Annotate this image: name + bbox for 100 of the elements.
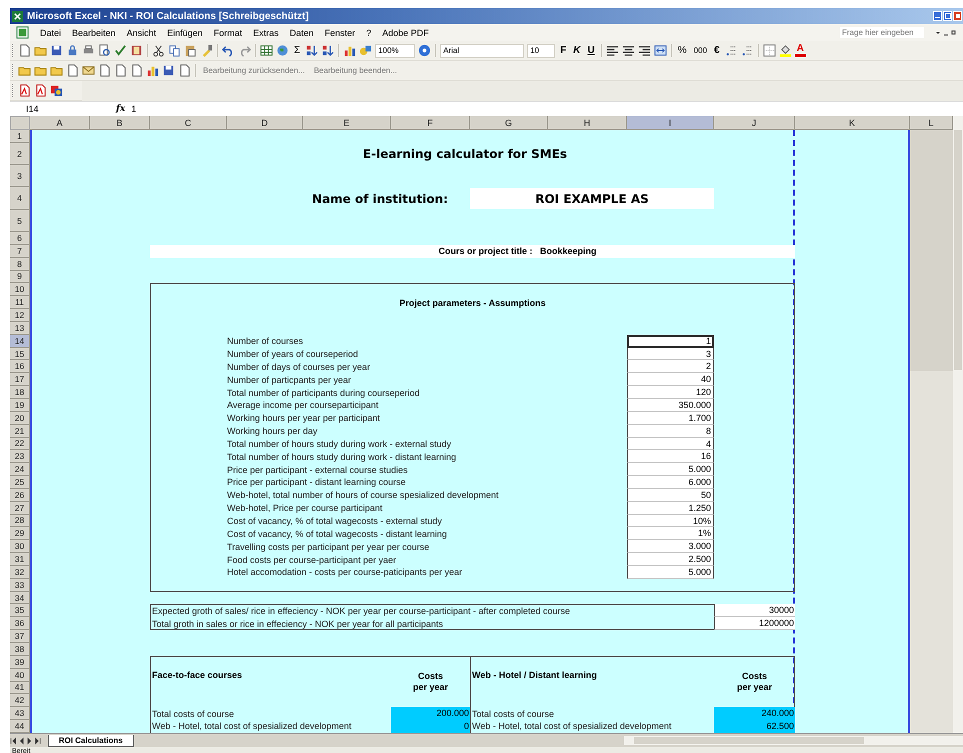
row-header[interactable]: 16 xyxy=(10,360,30,374)
row-header[interactable]: 15 xyxy=(10,348,30,360)
row-header[interactable]: 35 xyxy=(10,604,30,618)
row-header[interactable]: 36 xyxy=(10,617,30,630)
row-header[interactable]: 39 xyxy=(10,656,30,669)
row-header[interactable]: 1 xyxy=(10,130,30,143)
font-size-dropdown[interactable]: 10 xyxy=(527,44,556,58)
pdf-icon[interactable] xyxy=(34,84,47,97)
row-header[interactable]: 25 xyxy=(10,476,30,489)
row-header[interactable]: 24 xyxy=(10,463,30,476)
row-header[interactable]: 31 xyxy=(10,553,30,566)
preview-icon[interactable] xyxy=(98,44,111,57)
row-header[interactable]: 13 xyxy=(10,322,30,335)
copy-icon[interactable] xyxy=(168,44,181,57)
horizontal-scrollbar[interactable] xyxy=(624,736,963,745)
column-header[interactable]: A xyxy=(30,116,90,130)
column-header[interactable]: F xyxy=(391,116,470,130)
parameter-cell[interactable]: 10% xyxy=(627,514,714,528)
clipboard-icon[interactable] xyxy=(184,44,197,57)
row-header[interactable]: 41 xyxy=(10,682,30,694)
page-icon[interactable] xyxy=(98,64,111,77)
lock-icon[interactable] xyxy=(66,44,79,57)
sheet-tab[interactable]: ROI Calculations xyxy=(48,734,134,746)
brush-icon[interactable] xyxy=(200,44,213,57)
row-header[interactable]: 26 xyxy=(10,488,30,502)
column-header[interactable]: I xyxy=(627,116,714,130)
parameter-cell[interactable]: 50 xyxy=(627,488,714,502)
row-header[interactable]: 21 xyxy=(10,424,30,438)
parameter-cell[interactable]: 5.000 xyxy=(627,463,714,476)
row-header[interactable]: 33 xyxy=(10,578,30,592)
table-icon[interactable] xyxy=(260,44,273,57)
function-label[interactable]: fx xyxy=(116,104,126,114)
column-header[interactable]: H xyxy=(548,116,627,130)
parameter-cell[interactable]: 120 xyxy=(627,386,714,399)
formula-field[interactable]: 1 xyxy=(131,104,963,114)
row-header[interactable]: 23 xyxy=(10,450,30,464)
menu-item[interactable]: Daten xyxy=(290,28,314,38)
undo-icon[interactable] xyxy=(222,44,235,57)
parameter-cell[interactable]: 1.700 xyxy=(627,412,714,425)
parameter-cell[interactable]: 2.500 xyxy=(627,553,714,566)
fill-icon[interactable] xyxy=(778,44,792,57)
row-header[interactable]: 22 xyxy=(10,438,30,450)
row-header[interactable]: 3 xyxy=(10,165,30,187)
sort-icon[interactable] xyxy=(321,44,334,57)
close-button[interactable] xyxy=(953,11,962,21)
menu-item[interactable]: Bearbeiten xyxy=(72,28,116,38)
page-icon[interactable] xyxy=(130,64,143,77)
italic-button[interactable]: K xyxy=(571,45,583,56)
row-header[interactable]: 7 xyxy=(10,244,30,258)
parameter-cell[interactable]: 3.000 xyxy=(627,540,714,554)
minimize-button[interactable] xyxy=(933,11,942,21)
row-header[interactable]: 18 xyxy=(10,386,30,399)
font-name-dropdown[interactable]: Arial xyxy=(440,44,524,58)
row-header[interactable]: 28 xyxy=(10,514,30,528)
thousands-separator-button[interactable]: 000 xyxy=(692,46,710,55)
page-icon[interactable] xyxy=(178,64,191,77)
column-header[interactable]: D xyxy=(227,116,303,130)
parameter-cell[interactable]: 16 xyxy=(627,450,714,464)
currency-button[interactable]: € xyxy=(712,45,722,56)
autosum-button[interactable]: Σ xyxy=(292,45,302,56)
menu-item[interactable]: Datei xyxy=(40,28,62,38)
parameter-cell[interactable]: 1.250 xyxy=(627,502,714,515)
row-header[interactable]: 8 xyxy=(10,258,30,271)
row-header[interactable]: 30 xyxy=(10,540,30,554)
chart-icon[interactable] xyxy=(343,44,356,57)
parameter-cell[interactable]: 2 xyxy=(627,360,714,374)
row-header[interactable]: 17 xyxy=(10,373,30,386)
row-header[interactable]: 27 xyxy=(10,502,30,515)
restore-button[interactable] xyxy=(943,11,952,21)
pdf-icon[interactable] xyxy=(18,84,31,97)
align-right-icon[interactable] xyxy=(638,44,651,57)
row-header[interactable]: 38 xyxy=(10,643,30,656)
row-header[interactable]: 5 xyxy=(10,210,30,232)
row-header[interactable]: 42 xyxy=(10,694,30,708)
chart-icon[interactable] xyxy=(146,64,159,77)
row-header[interactable]: 34 xyxy=(10,592,30,604)
column-header[interactable]: L xyxy=(910,116,953,130)
help-search-field[interactable]: Frage hier eingeben xyxy=(840,27,924,38)
row-header[interactable]: 6 xyxy=(10,232,30,245)
document-icon[interactable] xyxy=(18,44,31,57)
parameter-cell[interactable]: 4 xyxy=(627,438,714,450)
spellcheck-icon[interactable] xyxy=(114,44,127,57)
review-toolbar-button[interactable]: Bearbeitung zurücksenden... xyxy=(200,66,308,75)
percent-style-button[interactable]: % xyxy=(676,45,689,56)
row-header[interactable]: 4 xyxy=(10,187,30,210)
column-header[interactable]: J xyxy=(714,116,795,130)
menu-item[interactable]: Ansicht xyxy=(126,28,156,38)
column-header[interactable]: E xyxy=(303,116,391,130)
parameter-cell[interactable]: 6.000 xyxy=(627,476,714,489)
row-header[interactable]: 12 xyxy=(10,309,30,322)
row-header[interactable]: 43 xyxy=(10,707,30,720)
row-header[interactable]: 9 xyxy=(10,270,30,284)
menu-item[interactable]: ? xyxy=(366,28,372,38)
align-center-icon[interactable] xyxy=(622,44,635,57)
parameter-cell[interactable]: 1% xyxy=(627,527,714,540)
font-color-button[interactable]: A xyxy=(794,44,806,57)
parameter-cell[interactable]: 8 xyxy=(627,424,714,438)
pdf-color-icon[interactable] xyxy=(50,84,63,97)
row-header[interactable]: 14 xyxy=(10,334,30,348)
row-header[interactable]: 29 xyxy=(10,527,30,540)
